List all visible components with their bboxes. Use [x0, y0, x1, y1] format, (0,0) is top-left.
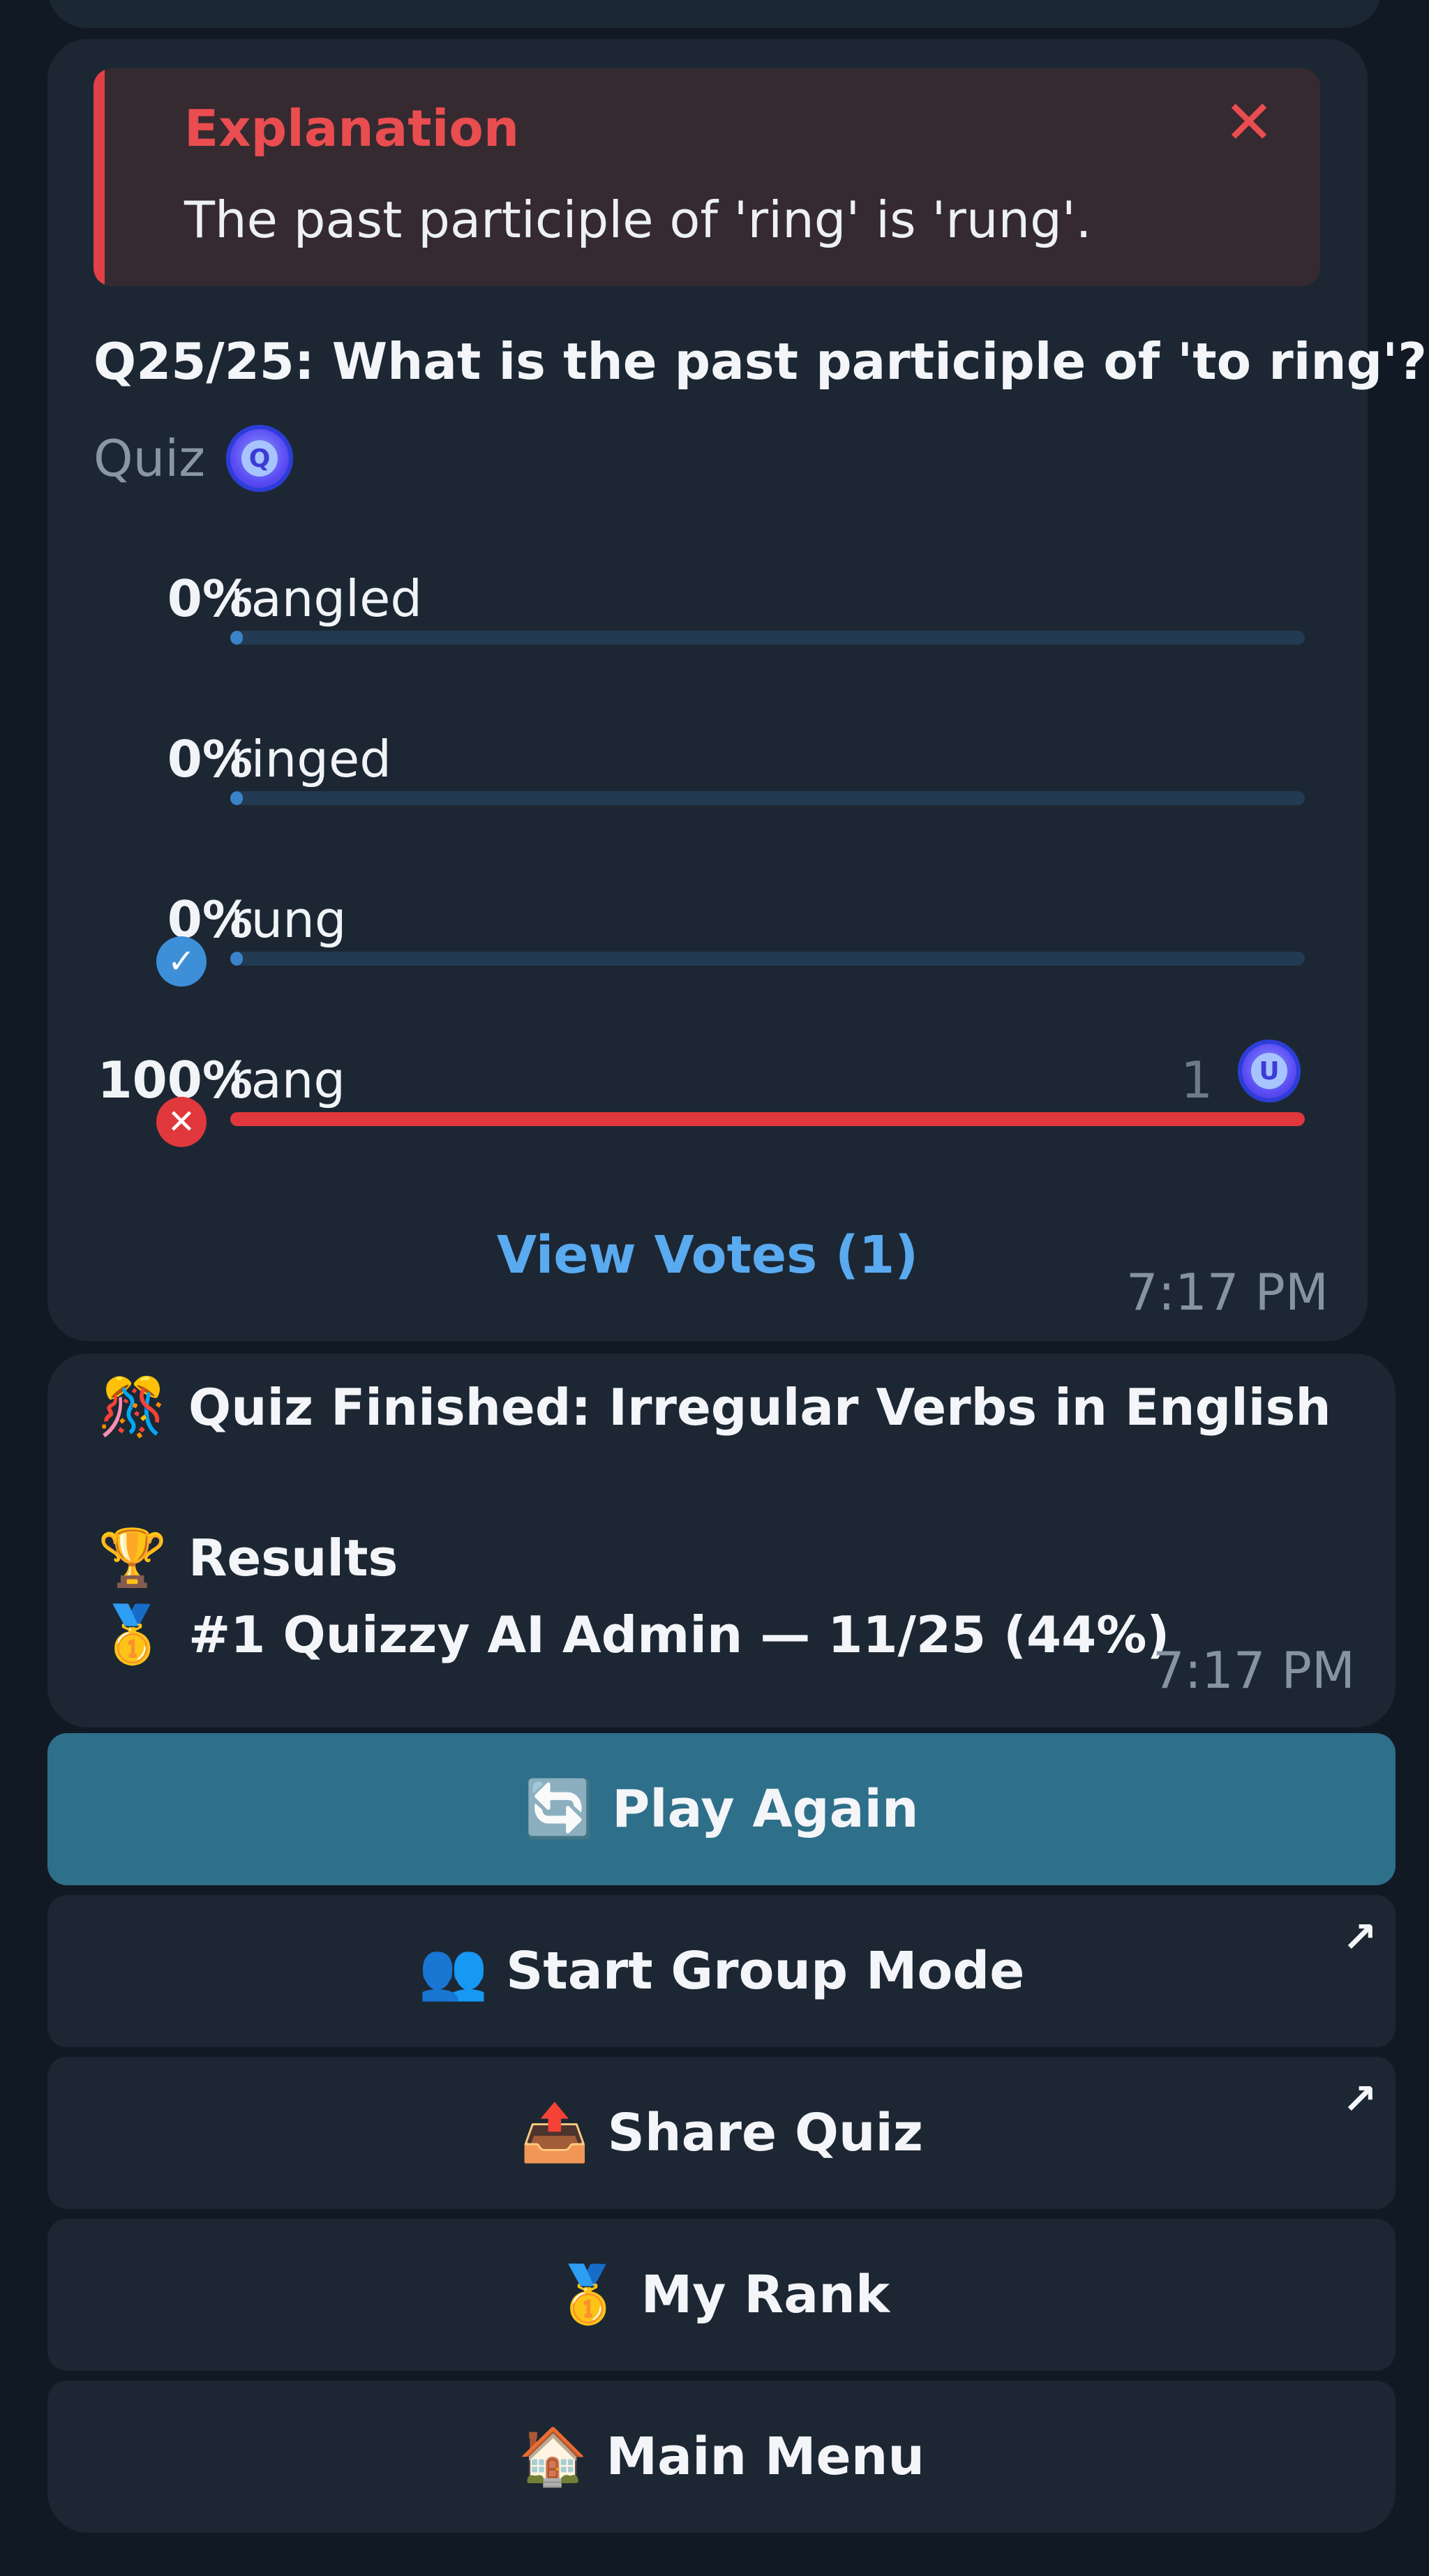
- quiz-poll-message: Explanation The past participle of 'ring…: [47, 39, 1427, 1341]
- confetti-icon: 🎊: [98, 1375, 167, 1439]
- house-icon: 🏠: [518, 2424, 588, 2489]
- message-time: 7:17 PM: [1125, 1263, 1329, 1321]
- results-label: Results: [188, 1529, 398, 1587]
- voter-avatar-icon: U: [1238, 1040, 1301, 1102]
- poll-type: Quiz Q: [93, 425, 294, 492]
- option-label: rangled: [230, 569, 423, 628]
- cross-icon: ✕: [156, 1097, 207, 1147]
- check-icon: ✓: [156, 936, 207, 987]
- share-quiz-button[interactable]: 📤 Share Quiz ↗: [47, 2057, 1396, 2209]
- poll-question: Q25/25: What is the past participle of '…: [93, 332, 1427, 391]
- outbox-icon: 📤: [520, 2100, 590, 2165]
- explanation-title: Explanation: [184, 99, 520, 158]
- play-again-label: Play Again: [612, 1779, 919, 1839]
- start-group-mode-button[interactable]: 👥 Start Group Mode ↗: [47, 1895, 1396, 2047]
- option-progress-bar: [230, 791, 1305, 805]
- close-icon[interactable]: ✕: [1221, 93, 1277, 153]
- poll-option[interactable]: 0% ringed: [47, 702, 1368, 841]
- results-heading-line: 🏆 Results: [93, 1525, 398, 1591]
- quiz-result-message: 🎊 Quiz Finished: Irregular Verbs in Engl…: [47, 1354, 1396, 1728]
- poll-option[interactable]: 0% rung ✓: [47, 862, 1368, 1002]
- gold-medal-icon: 🥇: [98, 1602, 167, 1667]
- option-progress-fill: [230, 631, 244, 645]
- result-title: Quiz Finished: Irregular Verbs in Englis…: [188, 1378, 1331, 1437]
- option-progress-bar: [230, 1112, 1305, 1126]
- play-again-button[interactable]: 🔄 Play Again: [47, 1733, 1396, 1885]
- my-rank-button[interactable]: 🥇 My Rank: [47, 2219, 1396, 2371]
- option-progress-fill: [230, 791, 244, 805]
- poll-type-label: Quiz: [93, 429, 206, 488]
- explanation-box: Explanation The past participle of 'ring…: [93, 68, 1320, 286]
- option-label: rung: [230, 890, 347, 949]
- medal-icon: 🥇: [553, 2262, 623, 2327]
- main-menu-button[interactable]: 🏠 Main Menu: [47, 2381, 1396, 2533]
- poll-option[interactable]: 100% rang 1 U ✕: [47, 1023, 1368, 1162]
- main-menu-label: Main Menu: [606, 2427, 925, 2487]
- voter-avatar-icon: Q: [226, 425, 294, 492]
- external-arrow-icon: ↗: [1342, 1913, 1377, 1962]
- share-quiz-label: Share Quiz: [607, 2103, 923, 2163]
- option-vote-count: 1: [1181, 1051, 1213, 1109]
- option-label: ringed: [230, 730, 391, 788]
- group-icon: 👥: [418, 1938, 488, 2003]
- option-progress-bar: [230, 631, 1305, 645]
- option-label: rang: [230, 1051, 346, 1109]
- trophy-icon: 🏆: [98, 1525, 167, 1590]
- my-rank-label: My Rank: [641, 2265, 890, 2325]
- option-progress-fill: [230, 1112, 1305, 1126]
- explanation-text: The past participle of 'ring' is 'rung'.: [184, 190, 1092, 249]
- message-time: 7:17 PM: [1152, 1641, 1355, 1700]
- result-entry: #1 Quizzy AI Admin — 11/25 (44%): [188, 1605, 1170, 1664]
- poll-option[interactable]: 0% rangled: [47, 541, 1368, 681]
- result-entry-line: 🥇 #1 Quizzy AI Admin — 11/25 (44%): [93, 1602, 1169, 1668]
- start-group-mode-label: Start Group Mode: [506, 1941, 1025, 2001]
- result-title-line: 🎊 Quiz Finished: Irregular Verbs in Engl…: [93, 1375, 1331, 1440]
- explanation-accent-bar: [93, 68, 105, 286]
- external-arrow-icon: ↗: [1342, 2075, 1377, 2124]
- previous-message-stub: [47, 0, 1382, 28]
- refresh-icon: 🔄: [524, 1776, 594, 1841]
- option-progress-fill: [230, 952, 244, 966]
- option-progress-bar: [230, 952, 1305, 966]
